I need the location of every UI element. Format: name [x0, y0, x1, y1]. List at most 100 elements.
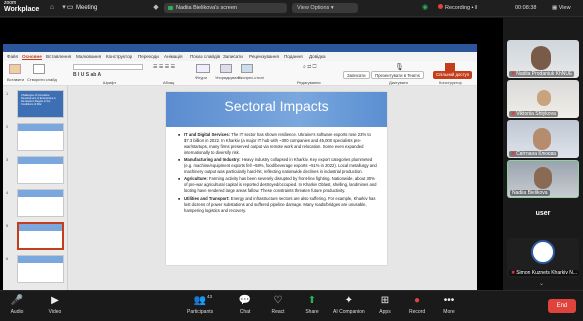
slide-number: 6 [6, 256, 9, 261]
shapes-icon[interactable] [196, 64, 210, 73]
tab-view[interactable]: Подання [284, 54, 303, 59]
quick-styles-label[interactable]: Експрес-стилі [238, 75, 264, 80]
ai-sparkle-icon: ✦ [344, 295, 354, 306]
recording-indicator[interactable]: Recording ▪ ‖ [438, 3, 477, 13]
slide-thumbnail-5[interactable] [17, 222, 64, 250]
slide-title: Sectoral Impacts [224, 98, 329, 114]
new-slide-label[interactable]: Створити слайд [27, 77, 57, 82]
slide-thumbnail-3[interactable] [17, 156, 64, 184]
participant-video-3[interactable]: ✖Світлана Клюєва [507, 120, 579, 158]
slide-thumbnail-1[interactable]: Challenges of Innovative Development of … [17, 90, 64, 118]
bullet-item: Utilities and Transport: Energy and infr… [178, 196, 378, 214]
view-button[interactable]: ▦ View [552, 3, 571, 13]
designer-label[interactable]: Конструктор [439, 80, 462, 85]
font-name-select[interactable] [73, 64, 143, 70]
participant-video-2[interactable]: ✖Viktoriia Shtykova [507, 80, 579, 118]
tab-animations[interactable]: Анімація [164, 54, 182, 59]
bullet-lead: Utilities and Transport: [184, 195, 230, 201]
meeting-icon: ▭ [66, 4, 74, 11]
end-meeting-button[interactable]: End [548, 299, 576, 313]
tab-file[interactable]: Файл [7, 54, 18, 59]
paragraph-icons[interactable]: ☰ ☰ ☰ ☰ [153, 64, 175, 70]
video-camera-icon: ▶ [51, 295, 59, 306]
paste-icon[interactable] [9, 64, 21, 74]
slide-thumbnail-2[interactable] [17, 123, 64, 151]
view-options-button[interactable]: View Options ▾ [292, 3, 358, 13]
participant-name: Nadiia Bielikova [510, 190, 550, 196]
recording-label: Recording [445, 5, 471, 11]
record-button[interactable]: ● Record [409, 295, 425, 315]
arrange-label[interactable]: Упорядкувати [215, 75, 241, 80]
participants-icon: 👥 [193, 295, 207, 306]
tab-home[interactable]: Основне [22, 54, 42, 60]
dictate-label[interactable]: Диктувати [389, 80, 408, 85]
present-in-teams-button[interactable]: Презентувати в Teams [371, 71, 424, 79]
new-slide-icon[interactable] [33, 64, 45, 74]
more-button[interactable]: ••• More [442, 295, 456, 315]
bullet-text: Farming activity has been severely disru… [184, 176, 377, 194]
tab-help[interactable]: Довідка [309, 54, 326, 59]
record-icon: ● [414, 295, 421, 306]
tab-review[interactable]: Рецензування [249, 54, 279, 59]
participants-count: 43 [207, 294, 213, 299]
quick-styles-icon[interactable] [241, 64, 253, 73]
more-icon: ••• [443, 295, 455, 306]
chevron-down-icon[interactable]: ⌄ [539, 280, 544, 287]
tab-draw[interactable]: Малювання [76, 54, 101, 59]
tab-record[interactable]: Записати [223, 54, 243, 59]
react-button[interactable]: ♡ React [271, 295, 285, 315]
slide-number: 4 [6, 190, 9, 195]
participant-tile-5[interactable]: user [507, 204, 579, 228]
font-format-icons[interactable]: B I U S ab A [73, 72, 101, 78]
lock-icon[interactable]: ◉ [421, 4, 429, 12]
avatar [534, 167, 552, 189]
record-button[interactable]: Записати [343, 71, 370, 79]
video-button[interactable]: ▶ Video [48, 295, 62, 315]
view-options-label: View Options [297, 5, 330, 11]
slide-thumbnail-6[interactable] [17, 255, 64, 283]
slide-thumbnail-4[interactable] [17, 189, 64, 217]
participant-video-4[interactable]: Nadiia Bielikova [507, 160, 579, 198]
participant-name: ✖Viktoriia Shtykova [509, 111, 558, 117]
shapes-label[interactable]: Фігури [195, 75, 207, 80]
tab-insert[interactable]: Вставлення [46, 54, 71, 59]
current-slide[interactable]: Sectoral Impacts IT and Digital Services… [166, 92, 387, 265]
tab-transitions[interactable]: Переходи [138, 54, 159, 59]
slide-number: 2 [6, 124, 9, 129]
chat-button[interactable]: 💬 Chat [238, 295, 252, 315]
participant-name: ✖Світлана Клюєва [509, 151, 558, 157]
paragraph-group-label: Абзац [163, 80, 175, 85]
zoom-top-bar: zoom Workplace ⌂ ▾ ▭ Meeting ◆ Nadiia Bi… [0, 0, 583, 17]
arrange-icon[interactable] [220, 64, 232, 73]
paste-label[interactable]: Вставити [7, 77, 24, 82]
ribbon: Вставити Створити слайд B I U S ab A Шри… [3, 61, 477, 86]
tab-design[interactable]: Конструктор [106, 54, 132, 59]
tab-slideshow[interactable]: Показ слайдів [190, 54, 220, 59]
share-screen-button[interactable]: ⬆ Share [305, 295, 319, 315]
share-button[interactable]: Спільний доступ [433, 71, 473, 79]
slide-bullets: IT and Digital Services: The IT sector h… [178, 132, 378, 215]
bullet-lead: Manufacturing and Industry: [184, 157, 241, 163]
bullet-lead: Agriculture: [184, 176, 208, 182]
editing-icons[interactable]: ⌕ ⇄ ☐ [303, 64, 316, 70]
designer-icon[interactable] [445, 63, 455, 71]
ppt-title-bar [3, 44, 477, 52]
participant-video-7[interactable]: ✖Simon Kuznets Kharkiv N... [507, 238, 579, 278]
screen-share-indicator[interactable]: Nadiia Bielikova's screen [164, 3, 287, 13]
ai-companion-button[interactable]: ✦ AI Companion [333, 295, 365, 315]
meeting-timer: 00:08:38 [515, 5, 537, 11]
slide-number: 1 [6, 91, 9, 96]
apps-button[interactable]: ⊞ Apps [378, 295, 392, 315]
shield-icon[interactable]: ◆ [152, 4, 160, 12]
home-icon[interactable]: ⌂ [48, 4, 56, 12]
font-group-label: Шрифт [103, 80, 117, 85]
ribbon-tabs: Файл Основне Вставлення Малювання Констр… [3, 52, 477, 61]
audio-button[interactable]: 🎤 Audio [10, 295, 24, 315]
meeting-tab[interactable]: Meeting [76, 5, 97, 11]
participant-video-1[interactable]: ✖Nadiia Prodaniuk KhNUE [507, 40, 579, 78]
participants-gallery: ✖Nadiia Prodaniuk KhNUE ✖Viktoriia Shtyk… [503, 18, 583, 290]
microphone-icon[interactable]: 🎙 [395, 63, 404, 71]
shared-screen: Файл Основне Вставлення Малювання Констр… [0, 18, 503, 306]
mic-muted-icon: ✖ [511, 71, 516, 77]
zoom-bottom-toolbar: 🎤 Audio ▶ Video 👥 Participants 43 💬 Chat ♡ Re… [0, 290, 583, 321]
